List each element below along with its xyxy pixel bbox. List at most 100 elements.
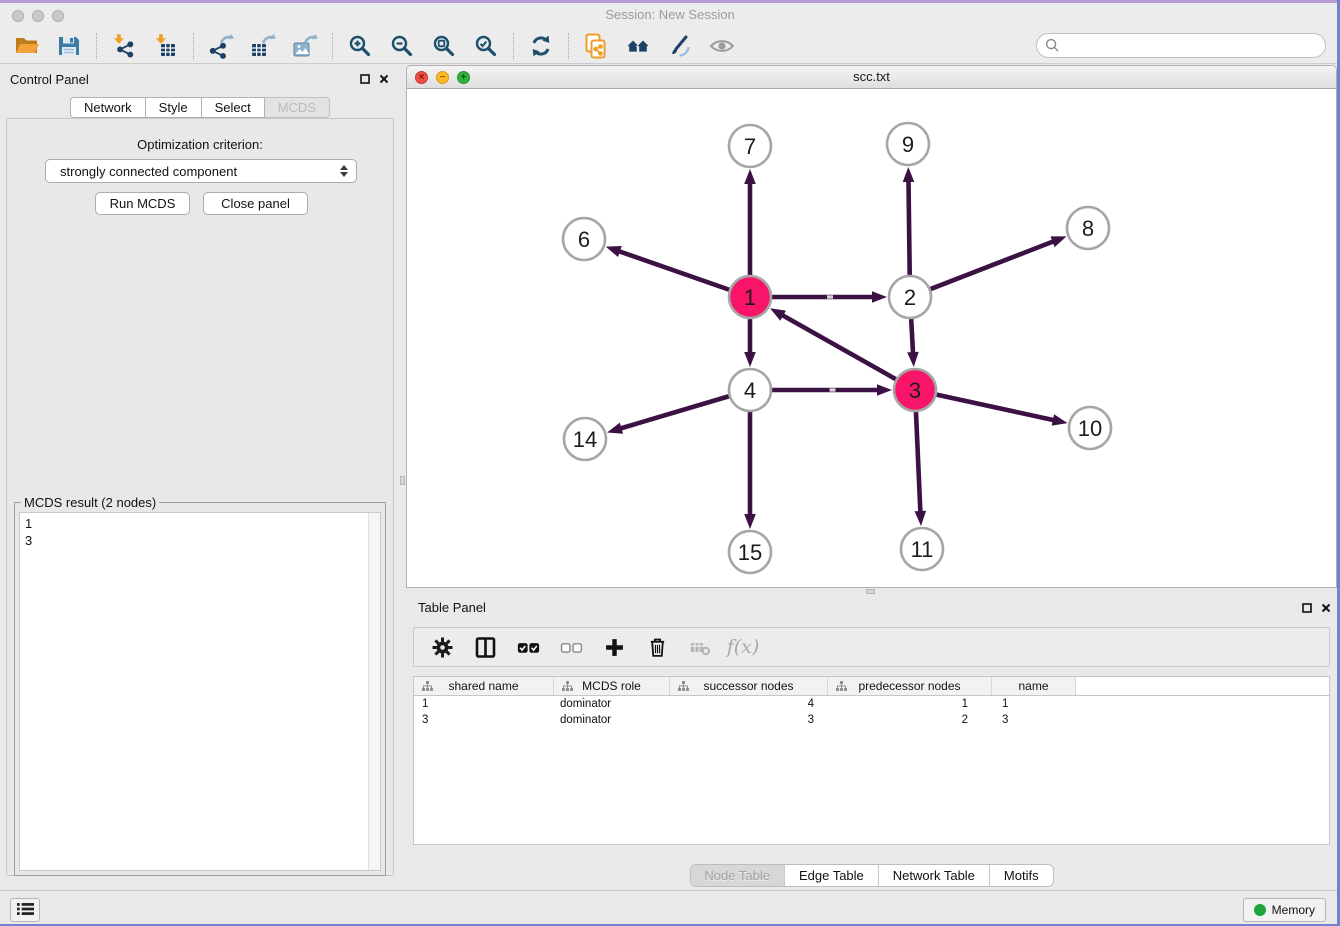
- tab-mcds[interactable]: MCDS: [265, 97, 330, 118]
- control-panel-title: Control Panel: [10, 72, 89, 87]
- splitter-grip[interactable]: [866, 589, 875, 594]
- splitter-grip[interactable]: [400, 476, 405, 485]
- graph-edge-2-3[interactable]: [911, 319, 913, 354]
- tab-network[interactable]: Network: [70, 97, 146, 118]
- refresh-button[interactable]: [520, 30, 562, 62]
- table-cell[interactable]: 1: [992, 696, 1076, 712]
- graph-node-label: 8: [1082, 216, 1094, 241]
- table-row[interactable]: 1dominator411: [414, 696, 1329, 712]
- search-input[interactable]: [1065, 37, 1317, 54]
- import-table-button[interactable]: [145, 30, 187, 62]
- graph-node-4[interactable]: 4: [729, 369, 771, 411]
- float-panel-icon[interactable]: [358, 73, 372, 85]
- table-cell[interactable]: 2: [828, 712, 992, 728]
- float-panel-icon[interactable]: [1300, 602, 1314, 614]
- graph-edge-2-9[interactable]: [908, 180, 909, 275]
- close-panel-icon[interactable]: [1319, 602, 1333, 614]
- table-header-row: shared nameMCDS rolesuccessor nodesprede…: [414, 677, 1329, 696]
- graph-node-label: 4: [744, 378, 756, 403]
- tab-node-table[interactable]: Node Table: [690, 865, 784, 886]
- search-box[interactable]: [1036, 33, 1326, 58]
- close-panel-button[interactable]: Close panel: [203, 192, 308, 215]
- table-cell[interactable]: 3: [992, 712, 1076, 728]
- function-button: f(x): [729, 633, 757, 661]
- tab-style[interactable]: Style: [146, 97, 202, 118]
- graph-edge-4-14[interactable]: [620, 396, 729, 428]
- optimization-criterion-select[interactable]: strongly connected component: [45, 159, 357, 183]
- add-button[interactable]: [600, 633, 628, 661]
- export-image-button[interactable]: [284, 30, 326, 62]
- mcds-result-text[interactable]: 13: [19, 512, 381, 871]
- graph-node-14[interactable]: 14: [564, 418, 606, 460]
- graph-edge-3-11[interactable]: [916, 412, 920, 513]
- graph-node-8[interactable]: 8: [1067, 207, 1109, 249]
- column-header-predecessor-nodes[interactable]: predecessor nodes: [828, 677, 992, 695]
- graph-edge-3-1[interactable]: [781, 315, 895, 380]
- export-table-button[interactable]: [242, 30, 284, 62]
- table-cell[interactable]: 4: [670, 696, 828, 712]
- table-cell[interactable]: dominator: [554, 696, 670, 712]
- graph-node-label: 3: [909, 378, 921, 403]
- graph-edge-arrow: [770, 308, 786, 320]
- paint-brush-button[interactable]: [659, 30, 701, 62]
- table-cell[interactable]: 3: [414, 712, 554, 728]
- network-window-titlebar[interactable]: × − + scc.txt: [407, 66, 1336, 89]
- graph-edge-2-8[interactable]: [931, 241, 1055, 289]
- close-panel-icon[interactable]: [377, 73, 391, 85]
- graph-node-10[interactable]: 10: [1069, 407, 1111, 449]
- zoom-selected-button[interactable]: [465, 30, 507, 62]
- horizontal-splitter[interactable]: [406, 588, 1337, 596]
- table-cell[interactable]: 1: [414, 696, 554, 712]
- graph-edge-1-6[interactable]: [618, 251, 729, 290]
- tab-network-table[interactable]: Network Table: [878, 865, 989, 886]
- column-header-name[interactable]: name: [992, 677, 1076, 695]
- graph-edge-3-10[interactable]: [936, 395, 1054, 421]
- open-file-button[interactable]: [6, 30, 48, 62]
- column-header-successor-nodes[interactable]: successor nodes: [670, 677, 828, 695]
- table-cell[interactable]: dominator: [554, 712, 670, 728]
- mcds-result-title: MCDS result (2 nodes): [21, 495, 159, 510]
- export-network-button[interactable]: [200, 30, 242, 62]
- zoom-fit-button[interactable]: [423, 30, 465, 62]
- graph-node-7[interactable]: 7: [729, 125, 771, 167]
- tab-select[interactable]: Select: [202, 97, 265, 118]
- delete-button[interactable]: [643, 633, 671, 661]
- graph-node-label: 2: [904, 285, 916, 310]
- status-bar: Memory: [0, 890, 1340, 926]
- zoom-out-button[interactable]: [381, 30, 423, 62]
- zoom-fit-icon: [431, 33, 457, 59]
- deselect-all-button[interactable]: [557, 633, 585, 661]
- graph-node-2[interactable]: 2: [889, 276, 931, 318]
- tab-motifs[interactable]: Motifs: [989, 865, 1053, 886]
- graph-edge-arrow: [744, 352, 756, 367]
- graph-node-6[interactable]: 6: [563, 218, 605, 260]
- task-history-button[interactable]: [10, 898, 40, 922]
- network-graph[interactable]: 7 9 6 8 1 2 4 3 14 10 15 11: [407, 89, 1336, 587]
- network-canvas[interactable]: 7 9 6 8 1 2 4 3 14 10 15 11: [407, 89, 1336, 587]
- result-line: 3: [25, 532, 364, 549]
- graph-node-label: 15: [738, 540, 762, 565]
- columns-icon: [474, 636, 497, 659]
- run-mcds-button[interactable]: Run MCDS: [95, 192, 190, 215]
- clone-network-button[interactable]: [575, 30, 617, 62]
- column-header-shared-name[interactable]: shared name: [414, 677, 554, 695]
- zoom-in-button[interactable]: [339, 30, 381, 62]
- graph-node-1[interactable]: 1: [729, 276, 771, 318]
- column-header-mcds-role[interactable]: MCDS role: [554, 677, 670, 695]
- graph-node-3[interactable]: 3: [894, 369, 936, 411]
- graph-node-label: 1: [744, 285, 756, 310]
- cybrowser-home-button[interactable]: [617, 30, 659, 62]
- graph-node-9[interactable]: 9: [887, 123, 929, 165]
- tab-edge-table[interactable]: Edge Table: [784, 865, 878, 886]
- import-network-button[interactable]: [103, 30, 145, 62]
- table-cell[interactable]: 3: [670, 712, 828, 728]
- select-all-button[interactable]: [514, 633, 542, 661]
- columns-button[interactable]: [471, 633, 499, 661]
- graph-node-15[interactable]: 15: [729, 531, 771, 573]
- table-row[interactable]: 3dominator323: [414, 712, 1329, 728]
- memory-button[interactable]: Memory: [1243, 898, 1326, 922]
- save-session-button[interactable]: [48, 30, 90, 62]
- table-cell[interactable]: 1: [828, 696, 992, 712]
- graph-node-11[interactable]: 11: [901, 528, 943, 570]
- gear-button[interactable]: [428, 633, 456, 661]
